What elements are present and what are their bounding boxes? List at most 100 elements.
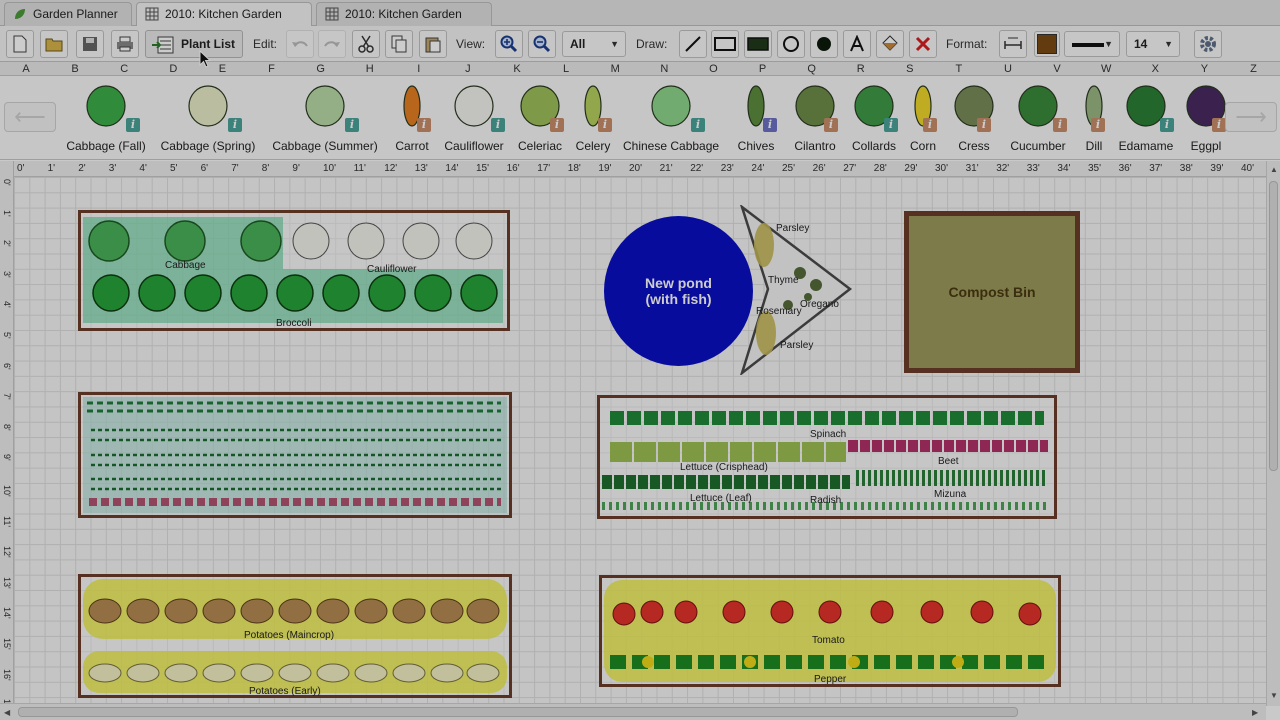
tab-kitchen-garden-2[interactable]: 2010: Kitchen Garden bbox=[316, 2, 492, 26]
column-letter: A bbox=[22, 63, 30, 75]
scroll-down-arrow-icon[interactable]: ▼ bbox=[1270, 691, 1278, 700]
palette-plant-item[interactable]: i Edamame bbox=[1118, 76, 1174, 160]
plant-palette: ⟵ i Cabbage (Fall) i Cabbage (Spring) i Cabba… bbox=[0, 76, 1280, 160]
vertical-scroll-thumb[interactable] bbox=[1269, 181, 1278, 471]
info-icon[interactable]: i bbox=[824, 118, 838, 132]
garden-bed-potatoes[interactable]: Potatoes (Maincrop) Potatoes (Early) bbox=[78, 574, 512, 698]
garden-bed-tomato-pepper[interactable]: Tomato Pepper bbox=[599, 575, 1061, 687]
info-icon[interactable]: i bbox=[228, 118, 242, 132]
draw-filled-circle-button[interactable] bbox=[810, 30, 838, 58]
palette-plant-item[interactable]: i Cucumber bbox=[1009, 76, 1067, 160]
info-icon[interactable]: i bbox=[1053, 118, 1067, 132]
info-icon[interactable]: i bbox=[1212, 118, 1226, 132]
palette-plant-item[interactable]: i Cabbage (Summer) bbox=[270, 76, 380, 160]
paste-button[interactable] bbox=[419, 30, 447, 58]
settings-button[interactable] bbox=[1194, 30, 1222, 58]
palette-plant-name: Cauliflower bbox=[444, 139, 504, 153]
fill-color-swatch[interactable] bbox=[1034, 31, 1060, 57]
column-letter: B bbox=[71, 63, 79, 75]
scroll-up-arrow-icon[interactable]: ▲ bbox=[1270, 165, 1278, 174]
cut-button[interactable] bbox=[352, 30, 380, 58]
tab-kitchen-garden-1[interactable]: 2010: Kitchen Garden bbox=[136, 2, 312, 27]
zoom-in-button[interactable] bbox=[495, 30, 523, 58]
grid-icon bbox=[145, 6, 159, 21]
horizontal-scroll-thumb[interactable] bbox=[18, 707, 1018, 717]
label-pepper: Pepper bbox=[814, 674, 847, 685]
palette-plant-item[interactable]: i Cress bbox=[954, 76, 994, 160]
palette-plant-item[interactable]: i Cabbage (Fall) bbox=[63, 76, 149, 160]
palette-plant-item[interactable]: i Carrot bbox=[393, 76, 431, 160]
chevron-down-icon: ▼ bbox=[1104, 39, 1113, 49]
scroll-left-arrow-icon[interactable]: ◀ bbox=[4, 708, 10, 717]
garden-canvas[interactable]: Cabbage Cauliflower Broccoli Potatoes (M… bbox=[14, 177, 1266, 703]
info-icon[interactable]: i bbox=[977, 118, 991, 132]
undo-button[interactable] bbox=[286, 30, 314, 58]
palette-prev-button[interactable]: ⟵ bbox=[4, 102, 56, 132]
zoom-out-button[interactable] bbox=[528, 30, 556, 58]
ruler-mark: 15' bbox=[2, 638, 12, 650]
palette-plant-item[interactable]: i Eggpl bbox=[1186, 76, 1226, 160]
open-button[interactable] bbox=[40, 30, 68, 58]
info-icon[interactable]: i bbox=[691, 118, 705, 132]
draw-rectangle-button[interactable] bbox=[711, 30, 739, 58]
info-icon[interactable]: i bbox=[884, 118, 898, 132]
label-beet: Beet bbox=[938, 456, 959, 467]
info-icon[interactable]: i bbox=[1091, 118, 1105, 132]
cabbage-summer-icon bbox=[305, 85, 345, 127]
herb-bed[interactable]: Parsley Thyme Oregano Rosemary Parsley bbox=[740, 205, 854, 375]
tab-garden-planner[interactable]: Garden Planner bbox=[4, 2, 132, 26]
cabbage-fall-icon bbox=[86, 85, 126, 127]
palette-next-button[interactable]: ⟶ bbox=[1225, 102, 1277, 132]
garden-bed-brassicas[interactable]: Cabbage Cauliflower Broccoli bbox=[78, 210, 510, 331]
palette-plant-item[interactable]: i Collards bbox=[850, 76, 898, 160]
vertical-scrollbar[interactable]: ▲ ▼ bbox=[1266, 161, 1280, 706]
palette-plant-item[interactable]: i Dill bbox=[1083, 76, 1105, 160]
copy-button[interactable] bbox=[385, 30, 413, 58]
info-icon[interactable]: i bbox=[417, 118, 431, 132]
palette-plant-item[interactable]: i Celeriac bbox=[516, 76, 564, 160]
compost-bin[interactable]: Compost Bin bbox=[904, 211, 1080, 373]
info-icon[interactable]: i bbox=[550, 118, 564, 132]
line-style-select[interactable]: ▼ bbox=[1064, 31, 1120, 57]
redo-button[interactable] bbox=[318, 30, 346, 58]
palette-plant-item[interactable]: i Celery bbox=[574, 76, 612, 160]
palette-plant-item[interactable]: i Chinese Cabbage bbox=[623, 76, 719, 160]
ruler-mark: 8' bbox=[2, 423, 12, 431]
pond[interactable]: New pond (with fish) bbox=[604, 216, 753, 366]
draw-filled-rectangle-button[interactable] bbox=[744, 30, 772, 58]
draw-line-button[interactable] bbox=[679, 30, 707, 58]
format-label: Format: bbox=[946, 37, 988, 51]
fill-bucket-button[interactable] bbox=[876, 30, 904, 58]
print-button[interactable] bbox=[111, 30, 139, 58]
info-icon[interactable]: i bbox=[491, 118, 505, 132]
scroll-right-arrow-icon[interactable]: ▶ bbox=[1252, 708, 1258, 717]
brassica-plants-icon bbox=[83, 217, 503, 323]
new-file-button[interactable] bbox=[6, 30, 34, 58]
palette-plant-item[interactable]: i Chives bbox=[735, 76, 777, 160]
palette-plant-item[interactable]: i Cauliflower bbox=[443, 76, 505, 160]
column-letter: Z bbox=[1250, 63, 1257, 75]
draw-text-button[interactable] bbox=[843, 30, 871, 58]
line-width-button[interactable] bbox=[999, 30, 1027, 58]
delete-button[interactable] bbox=[909, 30, 937, 58]
palette-plant-item[interactable]: i Corn bbox=[909, 76, 937, 160]
info-icon[interactable]: i bbox=[126, 118, 140, 132]
palette-plant-name: Cilantro bbox=[794, 139, 836, 153]
garden-bed-leeks[interactable] bbox=[78, 392, 512, 518]
info-icon[interactable]: i bbox=[345, 118, 359, 132]
font-size-select[interactable]: 14 ▼ bbox=[1126, 31, 1180, 57]
info-icon[interactable]: i bbox=[923, 118, 937, 132]
palette-plant-item[interactable]: i Cabbage (Spring) bbox=[158, 76, 258, 160]
info-icon[interactable]: i bbox=[763, 118, 777, 132]
view-select[interactable]: All ▼ bbox=[562, 31, 626, 57]
horizontal-scrollbar[interactable]: ◀ ▶ bbox=[0, 703, 1266, 720]
save-button[interactable] bbox=[76, 30, 104, 58]
plant-list-button[interactable]: Plant List bbox=[145, 30, 243, 58]
garden-bed-salad[interactable]: Spinach Lettuce (Crisphead) Beet Lettuce… bbox=[597, 395, 1057, 519]
draw-circle-button[interactable] bbox=[777, 30, 805, 58]
info-icon[interactable]: i bbox=[1160, 118, 1174, 132]
column-letter: D bbox=[169, 63, 178, 75]
palette-plant-name: Celery bbox=[575, 139, 611, 153]
info-icon[interactable]: i bbox=[598, 118, 612, 132]
palette-plant-item[interactable]: i Cilantro bbox=[792, 76, 838, 160]
